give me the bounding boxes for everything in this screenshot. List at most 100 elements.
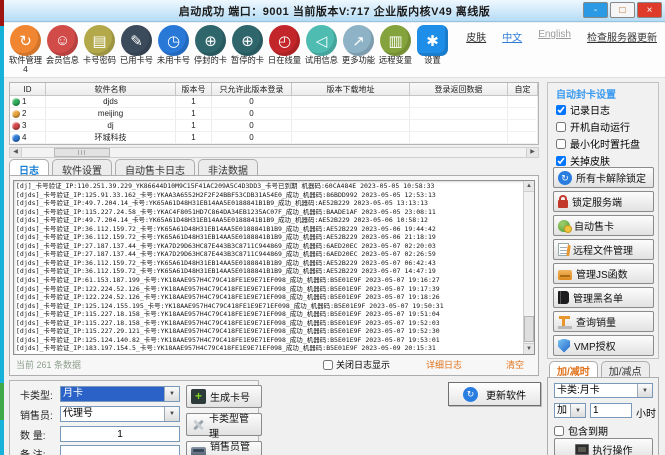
scrollbar-thumb[interactable] <box>54 148 110 157</box>
auto-sell-card-button[interactable]: 自动售卡 <box>553 215 654 236</box>
gear-icon: ✱ <box>417 25 448 56</box>
card-type-label: 卡类型: <box>20 387 60 402</box>
generate-card-button[interactable]: + 生成卡号 <box>186 385 262 408</box>
cell-id: 2 <box>10 108 46 119</box>
chevron-down-icon[interactable]: ▼ <box>164 387 179 401</box>
quantity-input[interactable] <box>60 426 180 442</box>
col-header-name[interactable]: 软件名称 <box>46 83 176 95</box>
card-type-select[interactable]: 月卡 ▼ <box>60 386 180 402</box>
toolbar-item-banned-cards[interactable]: ⊕ 停封的卡 <box>192 24 229 77</box>
include-expired-checkbox[interactable] <box>554 426 564 436</box>
toolbar-item-card-password[interactable]: ▤ 卡号密码 <box>81 24 118 77</box>
chevron-down-icon[interactable]: ▼ <box>570 404 585 417</box>
chinese-link[interactable]: 中文 <box>502 29 522 44</box>
scroll-up-arrow[interactable]: ▲ <box>524 181 534 192</box>
toolbar-item-daily-online[interactable]: ◴ 日在线量 <box>266 24 303 77</box>
adjust-card-type-select[interactable]: 卡类:月卡 ▼ <box>554 383 653 398</box>
check-server-update-link[interactable]: 检查服务器更新 <box>587 29 657 44</box>
col-header-custom[interactable]: 自定 <box>508 83 538 95</box>
toolbar-item-member-info[interactable]: ☺ 会员信息 <box>44 24 81 77</box>
toolbar-item-remote-variables[interactable]: ▥ 远程变量 <box>377 24 414 77</box>
seller-select[interactable]: 代理号 ▼ <box>60 406 180 422</box>
toolbar-item-label: 日在线量 <box>267 56 301 64</box>
quantity-row: 数 量: <box>20 426 180 442</box>
auto-ban-settings-title[interactable]: 自动封卡设置 <box>556 86 616 101</box>
chevron-down-icon[interactable]: ▼ <box>164 407 179 421</box>
manage-js-functions-button[interactable]: 管理JS函数 <box>553 263 654 284</box>
globe-icon: ⊕ <box>232 25 263 56</box>
table-row[interactable]: 2 meijing 1 0 <box>10 108 538 120</box>
scroll-right-arrow[interactable]: ▶ <box>526 148 538 157</box>
table-horizontal-scrollbar[interactable]: ◀ ▶ <box>9 147 539 158</box>
toolbar-item-used-cards[interactable]: ✎ 已用卡号 <box>118 24 155 77</box>
table-row[interactable]: 3 dj 1 0 <box>10 120 538 132</box>
col-header-id[interactable]: ID <box>10 83 46 95</box>
icon-glyph: ◴ <box>278 32 291 50</box>
update-software-button[interactable]: ↻ 更新软件 <box>448 382 541 406</box>
col-header-return-data[interactable]: 登录返回数据 <box>410 83 508 95</box>
manage-blacklist-button[interactable]: 管理黑名单 <box>553 287 654 308</box>
execute-operation-button[interactable]: 执行操作 <box>554 438 653 455</box>
skin-link[interactable]: 皮肤 <box>466 29 486 44</box>
detail-log-link[interactable]: 详细日志 <box>426 358 462 371</box>
toolbar-item-paused-cards[interactable]: ⊕ 暂停的卡 <box>229 24 266 77</box>
record-log-checkbox[interactable] <box>556 105 566 115</box>
note-input[interactable] <box>60 445 180 455</box>
adjust-op-select[interactable]: 加 ▼ <box>554 403 586 418</box>
button-label: VMP授权 <box>574 338 616 353</box>
table-row[interactable]: 4 环城科技 1 0 <box>10 132 538 144</box>
unlock-all-cards-button[interactable]: ↻ 所有卡解除锁定 <box>553 167 654 188</box>
button-label: 更新软件 <box>486 387 526 402</box>
log-vertical-scrollbar[interactable]: ▲ ▼ <box>523 181 534 354</box>
toolbar-item-more-functions[interactable]: ↗ 更多功能 <box>340 24 377 77</box>
col-header-only-version[interactable]: 只允许此版本登录 <box>212 83 292 95</box>
status-dot <box>12 98 20 106</box>
toolbar-item-badge: 4 <box>8 65 42 73</box>
row-id: 1 <box>22 97 26 106</box>
card-type-manage-button[interactable]: 卡类型管理 <box>186 413 262 436</box>
app-window: 启动成功 端口：9001 当前版本V:717 企业版内核V49 离线版 - □ … <box>0 0 665 455</box>
cell-return-data <box>410 120 508 131</box>
cell-version: 1 <box>176 108 212 119</box>
plus-icon: + <box>191 389 206 404</box>
row-id: 2 <box>22 109 26 118</box>
cell-id: 4 <box>10 132 46 143</box>
scrollbar-thumb[interactable] <box>524 316 534 342</box>
english-link[interactable]: English <box>538 29 571 44</box>
seller-manage-button[interactable]: 销售员管理 <box>186 441 262 455</box>
minimize-to-tray-checkbox[interactable] <box>556 139 566 149</box>
toolbar-item-label: 卡号密码 <box>82 56 116 64</box>
disable-skin-checkbox[interactable] <box>556 156 566 166</box>
maximize-button[interactable]: □ <box>610 2 635 18</box>
log-tab-page: [dj]_卡号验证_IP:110.251.39.229_YK86644D10M9… <box>9 175 539 376</box>
lock-server-button[interactable]: 锁定服务端 <box>553 191 654 212</box>
chevron-down-icon[interactable]: ▼ <box>637 384 652 397</box>
remote-file-manage-button[interactable]: 远程文件管理 <box>553 239 654 260</box>
toolbar-item-unused-cards[interactable]: ◷ 未用卡号 <box>155 24 192 77</box>
cell-name: dj <box>46 120 176 131</box>
table-row[interactable]: 1 djds 1 0 <box>10 96 538 108</box>
adjust-op-value: 加 <box>555 404 570 417</box>
query-sales-button[interactable]: 查询销量 <box>553 311 654 332</box>
card-type-value: 月卡 <box>61 387 164 401</box>
lock-icon <box>558 200 568 208</box>
scroll-left-arrow[interactable]: ◀ <box>10 148 22 157</box>
members-icon: ☺ <box>47 25 78 56</box>
toolbar-item-settings[interactable]: ✱ 设置 <box>414 24 451 77</box>
close-button[interactable]: × <box>637 2 662 18</box>
adjust-amount-input[interactable] <box>590 403 632 418</box>
col-header-download[interactable]: 版本下载地址 <box>292 83 410 95</box>
minimize-button[interactable]: - <box>583 2 608 18</box>
clock-icon: ◷ <box>158 25 189 56</box>
clear-log-link[interactable]: 清空 <box>506 358 524 371</box>
toolbar-item-trial-info[interactable]: ◁ 试用信息 <box>303 24 340 77</box>
cell-custom <box>508 132 538 143</box>
cell-return-data <box>410 108 508 119</box>
close-log-checkbox[interactable] <box>323 360 333 370</box>
toolbar-item-software-manage[interactable]: ↻ 软件管理 4 <box>7 24 44 77</box>
scroll-down-arrow[interactable]: ▼ <box>524 343 534 354</box>
vmp-authorize-button[interactable]: VMP授权 <box>553 335 654 356</box>
log-view[interactable]: [dj]_卡号验证_IP:110.251.39.229_YK86644D10M9… <box>13 180 535 355</box>
col-header-version[interactable]: 版本号 <box>176 83 212 95</box>
autostart-checkbox[interactable] <box>556 122 566 132</box>
